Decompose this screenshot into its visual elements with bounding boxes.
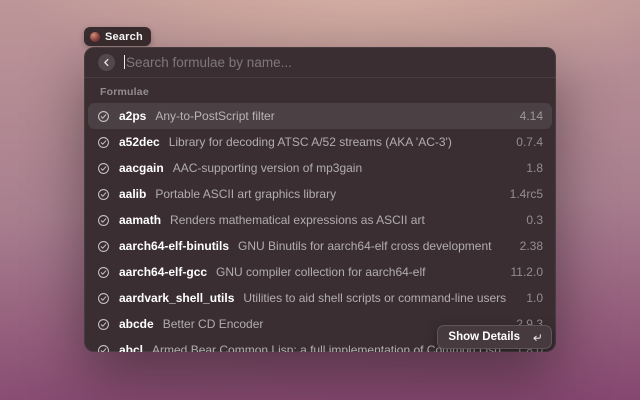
formula-name: aacgain [119,161,164,175]
show-details-button[interactable]: Show Details [437,325,552,349]
result-row[interactable]: aalib Portable ASCII art graphics librar… [88,181,552,207]
formula-description: Utilities to aid shell scripts or comman… [243,291,517,305]
section-header: Formulae [100,86,556,98]
results-area: Formulae a2ps Any-to-PostScript filter 4… [84,78,556,352]
formula-name: aamath [119,213,161,227]
formula-description: AAC-supporting version of mp3gain [173,161,518,175]
formula-version: 2.38 [520,239,543,253]
window-title-badge: Search [84,27,151,46]
check-circle-icon [97,162,110,175]
result-row[interactable]: aamath Renders mathematical expressions … [88,207,552,233]
formula-name: a2ps [119,109,146,123]
formula-version: 11.2.0 [511,265,543,279]
formula-name: abcde [119,317,154,331]
formula-name: a52dec [119,135,160,149]
check-circle-icon [97,240,110,253]
formula-name: aarch64-elf-gcc [119,265,207,279]
search-input-wrap [124,55,542,70]
check-circle-icon [97,110,110,123]
formula-name: aardvark_shell_utils [119,291,234,305]
formula-name: aalib [119,187,146,201]
check-circle-icon [97,318,110,331]
chevron-left-icon [101,57,112,68]
return-key-icon [530,331,543,344]
show-details-label: Show Details [448,331,520,343]
formula-name: aarch64-elf-binutils [119,239,229,253]
result-row[interactable]: aardvark_shell_utils Utilities to aid sh… [88,285,552,311]
check-circle-icon [97,136,110,149]
check-circle-icon [97,292,110,305]
homebrew-icon [90,32,100,42]
check-circle-icon [97,214,110,227]
search-input[interactable] [124,55,542,70]
desktop-wallpaper: Search Formulae [0,0,640,400]
check-circle-icon [97,188,110,201]
formula-version: 1.0 [526,291,543,305]
formula-version: 1.4rc5 [510,187,543,201]
formula-description: Any-to-PostScript filter [155,109,510,123]
formula-name: abcl [119,343,143,352]
result-row[interactable]: aarch64-elf-binutils GNU Binutils for aa… [88,233,552,259]
formula-description: GNU Binutils for aarch64-elf cross devel… [238,239,511,253]
result-row[interactable]: a2ps Any-to-PostScript filter 4.14 [88,103,552,129]
text-caret [124,55,125,69]
formula-description: Renders mathematical expressions as ASCI… [170,213,517,227]
formula-version: 1.8 [526,161,543,175]
back-button[interactable] [98,54,115,71]
search-palette-window: Formulae a2ps Any-to-PostScript filter 4… [84,47,556,352]
formula-version: 0.7.4 [516,135,543,149]
results-list: a2ps Any-to-PostScript filter 4.14 a52de… [84,103,556,352]
result-row[interactable]: aacgain AAC-supporting version of mp3gai… [88,155,552,181]
check-circle-icon [97,266,110,279]
result-row[interactable]: a52dec Library for decoding ATSC A/52 st… [88,129,552,155]
formula-version: 4.14 [520,109,543,123]
search-bar [84,47,556,78]
window-title: Search [105,31,143,43]
formula-description: GNU compiler collection for aarch64-elf [216,265,501,279]
formula-version: 0.3 [526,213,543,227]
result-row[interactable]: aarch64-elf-gcc GNU compiler collection … [88,259,552,285]
formula-description: Portable ASCII art graphics library [155,187,500,201]
check-circle-icon [97,344,110,353]
formula-description: Library for decoding ATSC A/52 streams (… [169,135,508,149]
